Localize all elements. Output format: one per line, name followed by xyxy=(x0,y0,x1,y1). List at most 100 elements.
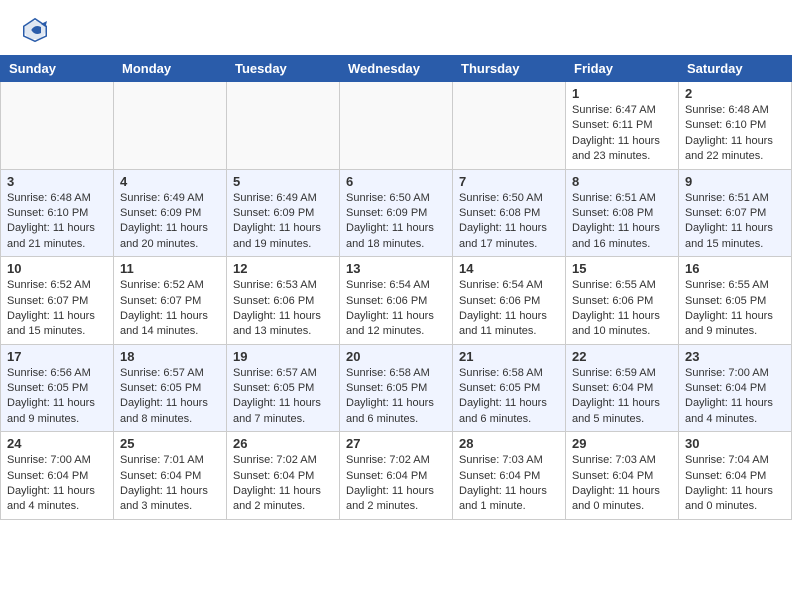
page-container: SundayMondayTuesdayWednesdayThursdayFrid… xyxy=(0,0,792,520)
day-number: 9 xyxy=(685,174,785,189)
day-info: Sunrise: 6:54 AMSunset: 6:06 PMDaylight:… xyxy=(459,278,559,340)
day-number: 1 xyxy=(572,86,672,101)
day-info: Sunrise: 7:00 AMSunset: 6:04 PMDaylight:… xyxy=(685,366,785,428)
day-number: 14 xyxy=(459,261,559,276)
calendar-cell: 6 Sunrise: 6:50 AMSunset: 6:09 PMDaylight… xyxy=(340,169,453,257)
day-info: Sunrise: 6:48 AMSunset: 6:10 PMDaylight:… xyxy=(685,103,785,165)
day-info: Sunrise: 6:49 AMSunset: 6:09 PMDaylight:… xyxy=(120,191,220,253)
day-info: Sunrise: 7:00 AMSunset: 6:04 PMDaylight:… xyxy=(7,453,107,515)
calendar-cell: 21 Sunrise: 6:58 AMSunset: 6:05 PMDayligh… xyxy=(453,344,566,432)
day-info: Sunrise: 6:52 AMSunset: 6:07 PMDaylight:… xyxy=(120,278,220,340)
day-number: 5 xyxy=(233,174,333,189)
calendar-cell: 11 Sunrise: 6:52 AMSunset: 6:07 PMDayligh… xyxy=(114,257,227,345)
week-row-3: 10 Sunrise: 6:52 AMSunset: 6:07 PMDayligh… xyxy=(1,257,792,345)
day-info: Sunrise: 6:57 AMSunset: 6:05 PMDaylight:… xyxy=(233,366,333,428)
day-number: 19 xyxy=(233,349,333,364)
calendar-cell xyxy=(1,82,114,170)
day-number: 23 xyxy=(685,349,785,364)
day-info: Sunrise: 6:59 AMSunset: 6:04 PMDaylight:… xyxy=(572,366,672,428)
week-row-1: 1Sunrise: 6:47 AMSunset: 6:11 PMDaylight… xyxy=(1,82,792,170)
day-number: 2 xyxy=(685,86,785,101)
logo xyxy=(20,15,54,45)
day-number: 22 xyxy=(572,349,672,364)
calendar-cell: 4 Sunrise: 6:49 AMSunset: 6:09 PMDaylight… xyxy=(114,169,227,257)
logo-icon xyxy=(20,15,50,45)
calendar-cell: 17 Sunrise: 6:56 AMSunset: 6:05 PMDayligh… xyxy=(1,344,114,432)
calendar-cell: 18Sunrise: 6:57 AMSunset: 6:05 PMDayligh… xyxy=(114,344,227,432)
calendar-cell: 14 Sunrise: 6:54 AMSunset: 6:06 PMDayligh… xyxy=(453,257,566,345)
day-number: 7 xyxy=(459,174,559,189)
calendar-cell xyxy=(114,82,227,170)
calendar-cell: 1Sunrise: 6:47 AMSunset: 6:11 PMDaylight… xyxy=(566,82,679,170)
calendar-body: 1Sunrise: 6:47 AMSunset: 6:11 PMDaylight… xyxy=(1,82,792,520)
calendar-cell: 22 Sunrise: 6:59 AMSunset: 6:04 PMDayligh… xyxy=(566,344,679,432)
week-row-2: 3 Sunrise: 6:48 AMSunset: 6:10 PMDaylight… xyxy=(1,169,792,257)
day-info: Sunrise: 6:51 AMSunset: 6:07 PMDaylight:… xyxy=(685,191,785,253)
day-info: Sunrise: 6:58 AMSunset: 6:05 PMDaylight:… xyxy=(459,366,559,428)
day-info: Sunrise: 7:01 AMSunset: 6:04 PMDaylight:… xyxy=(120,453,220,515)
day-info: Sunrise: 6:50 AMSunset: 6:09 PMDaylight:… xyxy=(346,191,446,253)
day-number: 20 xyxy=(346,349,446,364)
day-info: Sunrise: 6:52 AMSunset: 6:07 PMDaylight:… xyxy=(7,278,107,340)
weekday-header-tuesday: Tuesday xyxy=(227,56,340,82)
header xyxy=(0,0,792,50)
day-info: Sunrise: 7:03 AMSunset: 6:04 PMDaylight:… xyxy=(572,453,672,515)
week-row-4: 17 Sunrise: 6:56 AMSunset: 6:05 PMDayligh… xyxy=(1,344,792,432)
day-number: 24 xyxy=(7,436,107,451)
day-info: Sunrise: 7:03 AMSunset: 6:04 PMDaylight:… xyxy=(459,453,559,515)
day-number: 8 xyxy=(572,174,672,189)
weekday-header-thursday: Thursday xyxy=(453,56,566,82)
day-info: Sunrise: 6:55 AMSunset: 6:06 PMDaylight:… xyxy=(572,278,672,340)
calendar-cell: 2 Sunrise: 6:48 AMSunset: 6:10 PMDaylight… xyxy=(679,82,792,170)
day-number: 27 xyxy=(346,436,446,451)
calendar-cell xyxy=(227,82,340,170)
day-info: Sunrise: 7:02 AMSunset: 6:04 PMDaylight:… xyxy=(233,453,333,515)
weekday-header-wednesday: Wednesday xyxy=(340,56,453,82)
day-number: 25 xyxy=(120,436,220,451)
day-info: Sunrise: 6:54 AMSunset: 6:06 PMDaylight:… xyxy=(346,278,446,340)
day-info: Sunrise: 6:56 AMSunset: 6:05 PMDaylight:… xyxy=(7,366,107,428)
weekday-header-row: SundayMondayTuesdayWednesdayThursdayFrid… xyxy=(1,56,792,82)
day-info: Sunrise: 6:57 AMSunset: 6:05 PMDaylight:… xyxy=(120,366,220,428)
weekday-header-friday: Friday xyxy=(566,56,679,82)
calendar-header: SundayMondayTuesdayWednesdayThursdayFrid… xyxy=(1,56,792,82)
day-number: 15 xyxy=(572,261,672,276)
calendar-cell xyxy=(340,82,453,170)
day-number: 26 xyxy=(233,436,333,451)
day-info: Sunrise: 6:58 AMSunset: 6:05 PMDaylight:… xyxy=(346,366,446,428)
calendar-cell: 20 Sunrise: 6:58 AMSunset: 6:05 PMDayligh… xyxy=(340,344,453,432)
calendar-cell: 29 Sunrise: 7:03 AMSunset: 6:04 PMDayligh… xyxy=(566,432,679,520)
calendar-cell: 7 Sunrise: 6:50 AMSunset: 6:08 PMDaylight… xyxy=(453,169,566,257)
calendar-cell: 28Sunrise: 7:03 AMSunset: 6:04 PMDayligh… xyxy=(453,432,566,520)
day-number: 4 xyxy=(120,174,220,189)
day-number: 10 xyxy=(7,261,107,276)
calendar-cell: 24 Sunrise: 7:00 AMSunset: 6:04 PMDayligh… xyxy=(1,432,114,520)
day-number: 6 xyxy=(346,174,446,189)
weekday-header-sunday: Sunday xyxy=(1,56,114,82)
day-number: 29 xyxy=(572,436,672,451)
week-row-5: 24 Sunrise: 7:00 AMSunset: 6:04 PMDayligh… xyxy=(1,432,792,520)
day-info: Sunrise: 6:51 AMSunset: 6:08 PMDaylight:… xyxy=(572,191,672,253)
day-number: 16 xyxy=(685,261,785,276)
weekday-header-monday: Monday xyxy=(114,56,227,82)
calendar-cell: 3 Sunrise: 6:48 AMSunset: 6:10 PMDaylight… xyxy=(1,169,114,257)
day-info: Sunrise: 7:04 AMSunset: 6:04 PMDaylight:… xyxy=(685,453,785,515)
calendar-cell: 19 Sunrise: 6:57 AMSunset: 6:05 PMDayligh… xyxy=(227,344,340,432)
calendar-cell: 13 Sunrise: 6:54 AMSunset: 6:06 PMDayligh… xyxy=(340,257,453,345)
day-info: Sunrise: 6:49 AMSunset: 6:09 PMDaylight:… xyxy=(233,191,333,253)
day-number: 30 xyxy=(685,436,785,451)
day-info: Sunrise: 6:50 AMSunset: 6:08 PMDaylight:… xyxy=(459,191,559,253)
day-info: Sunrise: 6:48 AMSunset: 6:10 PMDaylight:… xyxy=(7,191,107,253)
day-number: 3 xyxy=(7,174,107,189)
day-number: 21 xyxy=(459,349,559,364)
calendar-table: SundayMondayTuesdayWednesdayThursdayFrid… xyxy=(0,55,792,520)
calendar-cell: 9 Sunrise: 6:51 AMSunset: 6:07 PMDaylight… xyxy=(679,169,792,257)
day-number: 17 xyxy=(7,349,107,364)
calendar-cell: 26 Sunrise: 7:02 AMSunset: 6:04 PMDayligh… xyxy=(227,432,340,520)
calendar-cell: 8 Sunrise: 6:51 AMSunset: 6:08 PMDaylight… xyxy=(566,169,679,257)
day-number: 11 xyxy=(120,261,220,276)
day-number: 13 xyxy=(346,261,446,276)
weekday-header-saturday: Saturday xyxy=(679,56,792,82)
calendar-cell: 25 Sunrise: 7:01 AMSunset: 6:04 PMDayligh… xyxy=(114,432,227,520)
calendar-cell: 10 Sunrise: 6:52 AMSunset: 6:07 PMDayligh… xyxy=(1,257,114,345)
